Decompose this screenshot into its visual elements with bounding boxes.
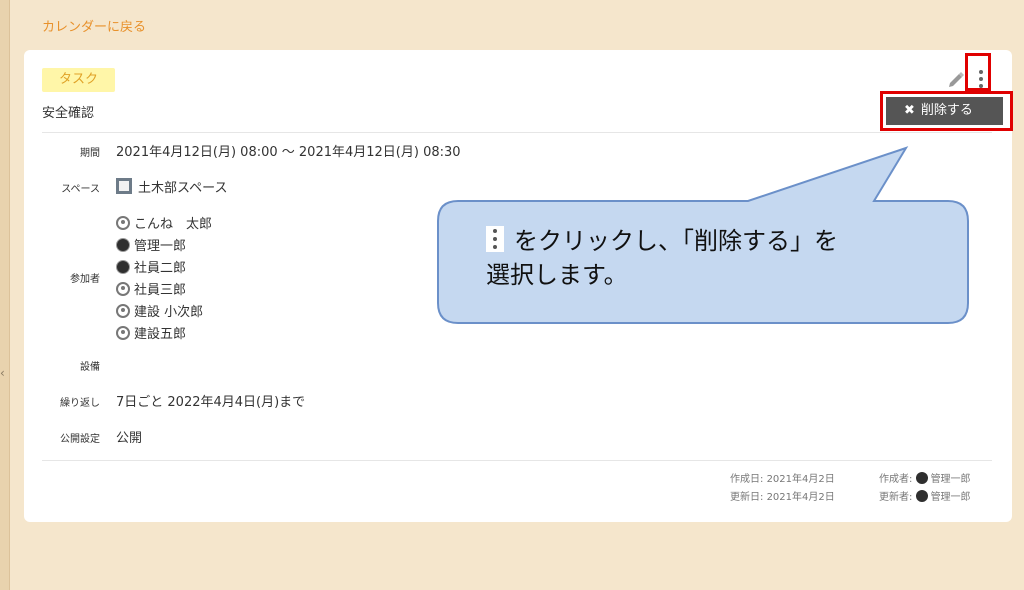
delete-label: 削除する (920, 103, 973, 118)
back-to-calendar-link[interactable]: カレンダーに戻る (42, 16, 146, 35)
user-icon (116, 304, 130, 318)
visibility-label: 公開設定 (60, 434, 100, 445)
avatar (915, 472, 928, 484)
left-rail (0, 0, 10, 590)
close-icon: ✖ (904, 103, 915, 118)
space-label: スペース (61, 184, 100, 195)
space-value[interactable]: 土木部スペース (116, 177, 227, 196)
user-icon (116, 326, 130, 340)
event-title: 安全確認 (42, 106, 95, 121)
divider (42, 460, 992, 461)
visibility-value: 公開 (116, 431, 143, 446)
callout-line1: をクリックし、「削除する」を (514, 227, 838, 255)
updated-date: 更新日: 2021年4月2日 (730, 492, 835, 503)
avatar (116, 260, 130, 274)
period-label: 期間 (80, 148, 100, 159)
equipment-label: 設備 (80, 362, 100, 373)
participant-item[interactable]: 管理一郎 (116, 235, 186, 254)
pencil-icon[interactable] (946, 70, 966, 90)
participant-item[interactable]: 建設五郎 (116, 323, 186, 342)
more-vertical-icon (486, 226, 504, 252)
divider (42, 132, 992, 133)
space-name: 土木部スペース (138, 181, 228, 196)
avatar (915, 490, 928, 502)
callout-line2: 選択します。 (486, 261, 628, 289)
updater[interactable]: 更新者: 管理一郎 (879, 488, 971, 503)
participant-item[interactable]: 社員二郎 (116, 257, 186, 276)
user-icon (116, 216, 130, 230)
space-icon (116, 178, 132, 194)
participant-name: こんね 太郎 (134, 217, 213, 232)
delete-button[interactable]: ✖ 削除する (886, 97, 1003, 125)
more-vertical-icon[interactable] (979, 70, 983, 90)
kebab-highlight (965, 53, 991, 91)
avatar (116, 238, 130, 252)
user-icon (116, 282, 130, 296)
repeat-value: 7日ごと 2022年4月4日(月)まで (116, 395, 306, 410)
created-date: 作成日: 2021年4月2日 (730, 474, 835, 485)
creator[interactable]: 作成者: 管理一郎 (879, 470, 971, 485)
period-value: 2021年4月12日(月) 08:00 ～ 2021年4月12日(月) 08:3… (116, 145, 461, 160)
participant-name: 社員三郎 (134, 283, 187, 298)
repeat-label: 繰り返し (60, 398, 100, 409)
callout-text: をクリックし、「削除する」を 選択します。 (486, 224, 838, 292)
type-badge: タスク (42, 68, 115, 92)
participant-item[interactable]: こんね 太郎 (116, 213, 212, 232)
chevron-left-icon[interactable]: ‹ (0, 366, 5, 380)
participant-name: 社員二郎 (134, 261, 187, 276)
participant-name: 管理一郎 (134, 239, 187, 254)
participant-item[interactable]: 建設 小次郎 (116, 301, 203, 320)
participant-name: 建設 小次郎 (134, 305, 204, 320)
participants-label: 参加者 (70, 274, 100, 285)
participant-name: 建設五郎 (134, 327, 187, 342)
participant-item[interactable]: 社員三郎 (116, 279, 186, 298)
